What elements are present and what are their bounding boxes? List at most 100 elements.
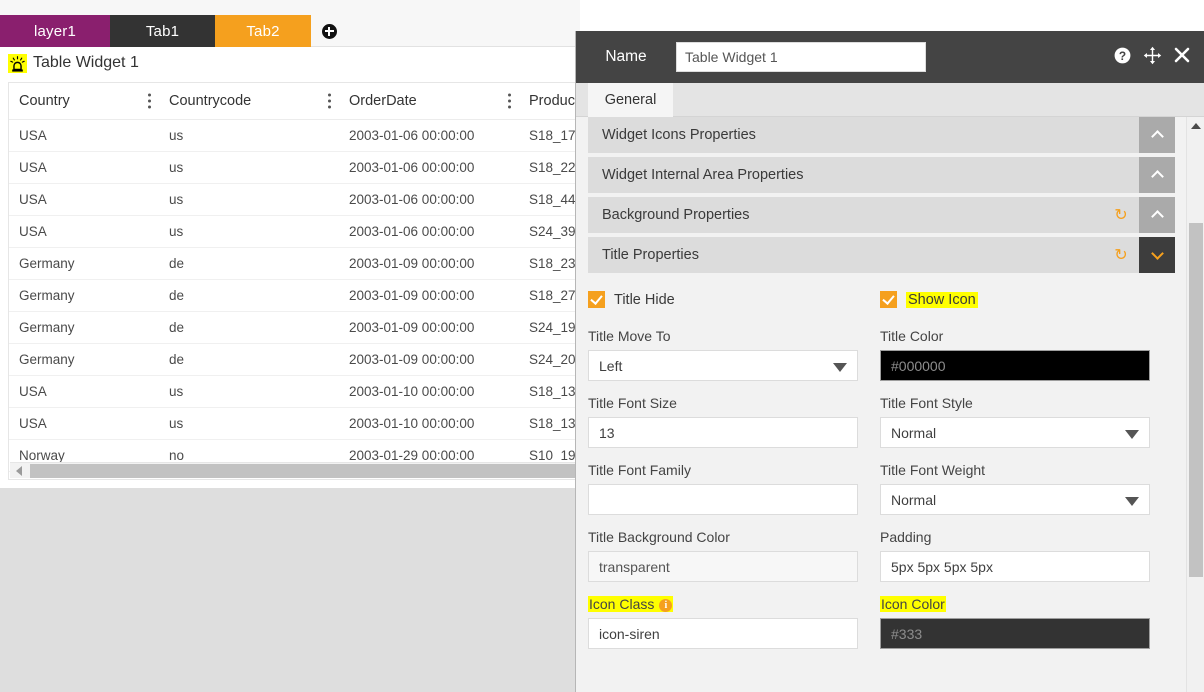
tab-layer1[interactable]: layer1 <box>0 15 110 47</box>
tab-tab2[interactable]: Tab2 <box>215 15 311 47</box>
accordion-label: Background Properties <box>602 207 750 223</box>
chevron-down-icon[interactable] <box>1139 237 1175 273</box>
refresh-icon[interactable]: ↻ <box>1103 197 1139 233</box>
table-row[interactable]: USAus2003-01-06 00:00:00S18_2248 <box>9 151 575 184</box>
field-padding: Padding <box>880 529 1150 582</box>
table-cell: us <box>159 119 339 152</box>
padding-input[interactable] <box>880 551 1150 582</box>
widget-name-input[interactable] <box>676 42 926 72</box>
horizontal-scroll-thumb[interactable] <box>30 464 575 478</box>
title-font-family-input[interactable] <box>588 484 858 515</box>
vertical-scroll-thumb[interactable] <box>1189 223 1203 577</box>
table-cell: S24_3969 <box>519 215 575 248</box>
table-col-productcode[interactable]: ProductCode <box>519 83 575 120</box>
siren-icon <box>8 53 27 73</box>
tab-tab1[interactable]: Tab1 <box>110 15 215 47</box>
field-title-move-to: Title Move To Left <box>588 328 858 381</box>
add-tab-button[interactable] <box>311 15 347 47</box>
field-title-hide: Title Hide <box>588 291 858 308</box>
chevron-up-icon[interactable] <box>1139 157 1175 193</box>
title-font-style-select[interactable]: Normal <box>880 417 1150 448</box>
title-color-input[interactable] <box>880 350 1150 381</box>
table-col-countrycode[interactable]: Countrycode <box>159 83 339 120</box>
table-head: Country Countrycode OrderDate Produc <box>9 83 575 120</box>
table-cell: USA <box>9 151 159 184</box>
title-properties-form: Title Hide Show Icon Title Move To Left … <box>588 291 1175 675</box>
table-cell: 2003-01-10 00:00:00 <box>339 407 519 440</box>
table-cell: S18_4409 <box>519 183 575 216</box>
title-font-style-value: Normal <box>891 424 937 441</box>
col-header-label: ProductCode <box>529 93 575 109</box>
table-col-country[interactable]: Country <box>9 83 159 120</box>
table-cell: S24_1937 <box>519 311 575 344</box>
table-cell: 2003-01-06 00:00:00 <box>339 215 519 248</box>
accordion-label: Widget Internal Area Properties <box>602 167 804 183</box>
table-row[interactable]: Germanyde2003-01-09 00:00:00S18_2795 <box>9 279 575 312</box>
tab-tab2-label: Tab2 <box>246 22 280 40</box>
table-cell: 2003-01-09 00:00:00 <box>339 311 519 344</box>
field-title-font-size: Title Font Size <box>588 395 858 448</box>
info-icon[interactable]: i <box>659 598 673 612</box>
help-icon[interactable]: ? <box>1113 46 1132 69</box>
accordion-widget-internal-area-properties[interactable]: Widget Internal Area Properties <box>588 157 1175 193</box>
close-icon[interactable] <box>1173 46 1191 68</box>
title-hide-checkbox[interactable] <box>588 291 605 308</box>
table-cell: USA <box>9 375 159 408</box>
col-header-label: Countrycode <box>169 93 252 109</box>
padding-label: Padding <box>880 529 932 545</box>
scroll-up-arrow-icon[interactable] <box>1187 117 1204 135</box>
tab-general[interactable]: General <box>588 83 673 117</box>
field-title-font-family: Title Font Family <box>588 462 858 515</box>
tab-tab1-label: Tab1 <box>145 22 180 40</box>
title-background-color-input[interactable] <box>588 551 858 582</box>
table-row[interactable]: Germanyde2003-01-09 00:00:00S24_1937 <box>9 311 575 344</box>
table-row[interactable]: Germanyde2003-01-09 00:00:00S24_2022 <box>9 343 575 376</box>
title-font-weight-value: Normal <box>891 491 937 508</box>
column-menu-icon[interactable] <box>148 93 151 109</box>
table-cell: S24_2022 <box>519 343 575 376</box>
table-row[interactable]: USAus2003-01-10 00:00:00S18_1367 <box>9 407 575 440</box>
design-canvas: layer1 Tab1 Tab2 Table Widget 1 Country … <box>0 0 580 692</box>
table-col-orderdate[interactable]: OrderDate <box>339 83 519 120</box>
table-row[interactable]: USAus2003-01-10 00:00:00S18_1342 <box>9 375 575 408</box>
table-row[interactable]: Germanyde2003-01-09 00:00:00S18_2325 <box>9 247 575 280</box>
table-grid: Country Countrycode OrderDate Produc USA… <box>9 83 575 472</box>
table-row[interactable]: USAus2003-01-06 00:00:00S18_4409 <box>9 183 575 216</box>
title-font-size-label: Title Font Size <box>588 395 677 411</box>
icon-class-input[interactable] <box>588 618 858 649</box>
field-icon-class: Icon Class i <box>588 596 858 649</box>
accordion-background-properties[interactable]: Background Properties ↻ <box>588 197 1175 233</box>
table-row[interactable]: USAus2003-01-06 00:00:00S18_1749 <box>9 119 575 152</box>
accordion-controls: ↻ <box>1103 197 1175 233</box>
chevron-up-icon[interactable] <box>1139 197 1175 233</box>
title-font-weight-select[interactable]: Normal <box>880 484 1150 515</box>
field-title-font-style: Title Font Style Normal <box>880 395 1150 448</box>
panel-body: Widget Icons Properties Widget Internal … <box>576 117 1187 692</box>
table-cell: us <box>159 183 339 216</box>
scroll-left-arrow-icon[interactable] <box>13 465 25 477</box>
panel-vertical-scrollbar[interactable] <box>1186 117 1204 692</box>
column-menu-icon[interactable] <box>328 93 331 109</box>
field-title-color: Title Color <box>880 328 1150 381</box>
table-cell: de <box>159 343 339 376</box>
show-icon-checkbox[interactable] <box>880 291 897 308</box>
icon-class-label: Icon Class <box>589 596 655 612</box>
table-row[interactable]: USAus2003-01-06 00:00:00S24_3969 <box>9 215 575 248</box>
icon-color-input[interactable] <box>880 618 1150 649</box>
panel-header-icons: ? <box>1113 31 1191 83</box>
column-menu-icon[interactable] <box>508 93 511 109</box>
title-move-to-label: Title Move To <box>588 328 671 344</box>
title-color-label: Title Color <box>880 328 944 344</box>
svg-text:?: ? <box>1119 48 1126 62</box>
chevron-up-icon[interactable] <box>1139 117 1175 153</box>
move-icon[interactable] <box>1143 46 1162 69</box>
title-font-size-input[interactable] <box>588 417 858 448</box>
table-horizontal-scrollbar[interactable] <box>10 462 575 478</box>
accordion-widget-icons-properties[interactable]: Widget Icons Properties <box>588 117 1175 153</box>
table-cell: Germany <box>9 279 159 312</box>
accordion-controls: ↻ <box>1103 237 1175 273</box>
title-move-to-select[interactable]: Left <box>588 350 858 381</box>
accordion-title-properties[interactable]: Title Properties ↻ <box>588 237 1175 273</box>
accordion-label: Title Properties <box>602 247 699 263</box>
refresh-icon[interactable]: ↻ <box>1103 237 1139 273</box>
